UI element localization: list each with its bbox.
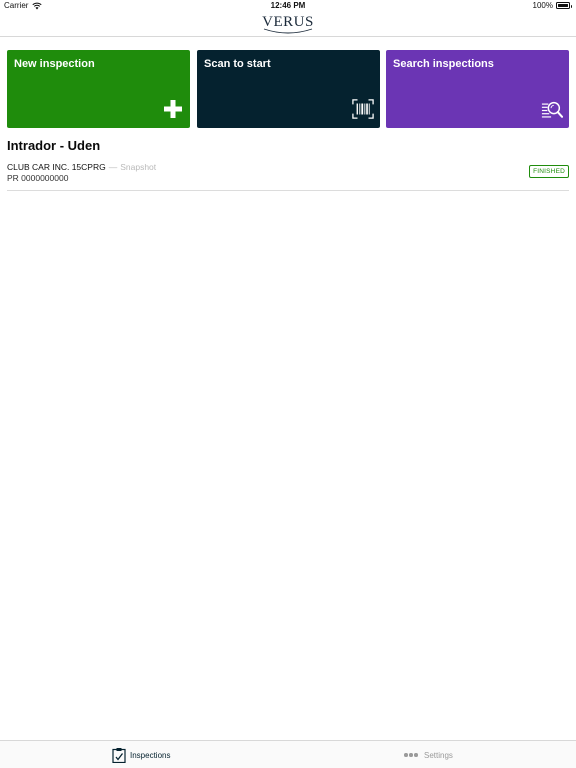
status-time: 12:46 PM: [270, 1, 306, 10]
location-title: Intrador - Uden: [7, 138, 101, 153]
tab-inspections[interactable]: Inspections: [112, 741, 170, 768]
status-bar: Carrier 12:46 PM 100%: [0, 0, 576, 12]
status-badge: FINISHED: [529, 165, 569, 178]
inspection-name: CLUB CAR INC. 15CPRG: [7, 162, 106, 172]
search-inspections-tile[interactable]: Search inspections: [386, 50, 569, 128]
new-inspection-tile[interactable]: New inspection: [7, 50, 190, 128]
inspection-separator: —: [108, 162, 118, 172]
search-inspections-label: Search inspections: [393, 58, 494, 70]
inspection-reference: PR 0000000000: [7, 173, 69, 183]
inspection-title-line: CLUB CAR INC. 15CPRG — Snapshot: [7, 162, 156, 172]
nav-bar: VERUS: [0, 12, 576, 37]
inspection-list-item[interactable]: CLUB CAR INC. 15CPRG — Snapshot PR 0000000…: [7, 158, 569, 191]
action-tiles: New inspection Scan to start Search insp…: [7, 50, 569, 128]
app-root: Carrier 12:46 PM 100% VERUS New inspecti…: [0, 0, 576, 768]
tab-settings[interactable]: Settings: [404, 741, 453, 768]
scan-to-start-label: Scan to start: [204, 58, 271, 70]
logo-swoosh-icon: [263, 28, 313, 34]
more-dots-icon: [404, 753, 419, 757]
scan-to-start-tile[interactable]: Scan to start: [197, 50, 380, 128]
inspection-type: Snapshot: [120, 162, 157, 172]
search-list-icon: [541, 101, 563, 118]
battery-icon: [556, 2, 572, 9]
barcode-scan-icon: [352, 99, 374, 119]
status-right: 100%: [532, 1, 572, 10]
tab-inspections-label: Inspections: [130, 750, 171, 760]
battery-percent: 100%: [532, 1, 553, 10]
clipboard-check-icon: [112, 748, 126, 763]
tab-settings-label: Settings: [424, 750, 453, 760]
plus-icon: [164, 100, 182, 118]
tab-bar: Inspections Settings: [0, 740, 576, 768]
new-inspection-label: New inspection: [14, 58, 95, 70]
